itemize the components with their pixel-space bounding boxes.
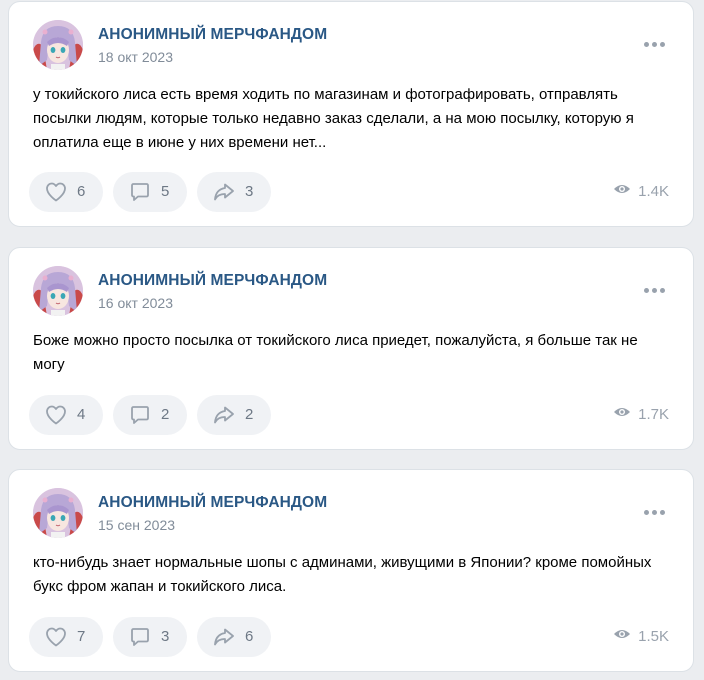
heart-icon [44,403,68,427]
comment-icon [128,403,152,427]
like-count: 4 [77,406,86,423]
views-counter: 1.4K [613,182,669,200]
post-date[interactable]: 15 сен 2023 [98,517,175,533]
like-button[interactable]: 4 [29,395,103,435]
heart-icon [44,180,68,204]
post-author[interactable]: АНОНИМНЫЙ МЕРЧФАНДОМ [98,494,327,512]
views-count: 1.7K [638,405,669,423]
eye-icon [613,405,631,423]
post-card: АНОНИМНЫЙ МЕРЧФАНДОМ 15 сен 2023 кто-ниб… [8,469,694,672]
like-button[interactable]: 7 [29,617,103,657]
comment-count: 3 [161,628,170,645]
heart-icon [44,625,68,649]
share-count: 3 [245,183,254,200]
post-text: у токийского лиса есть время ходить по м… [33,86,634,151]
like-count: 6 [77,183,86,200]
post-card: АНОНИМНЫЙ МЕРЧФАНДОМ 18 окт 2023 у токий… [8,1,694,227]
views-count: 1.5K [638,627,669,645]
comment-count: 2 [161,406,170,423]
comment-icon [128,180,152,204]
eye-icon [613,182,631,200]
post-author[interactable]: АНОНИМНЫЙ МЕРЧФАНДОМ [98,272,327,290]
comment-button[interactable]: 2 [113,395,187,435]
post-feed: АНОНИМНЫЙ МЕРЧФАНДОМ 18 окт 2023 у токий… [0,0,704,680]
post-date[interactable]: 16 окт 2023 [98,295,173,311]
views-counter: 1.7K [613,405,669,423]
more-dots-icon[interactable] [644,510,665,515]
share-count: 2 [245,406,254,423]
anime-avatar-icon[interactable] [33,266,83,316]
post-card: АНОНИМНЫЙ МЕРЧФАНДОМ 16 окт 2023 Боже мо… [8,247,694,450]
views-counter: 1.5K [613,627,669,645]
views-count: 1.4K [638,182,669,200]
comment-count: 5 [161,183,170,200]
post-date[interactable]: 18 окт 2023 [98,49,173,65]
more-dots-icon[interactable] [644,288,665,293]
more-dots-icon[interactable] [644,42,665,47]
comment-button[interactable]: 5 [113,172,187,212]
anime-avatar-icon[interactable] [33,488,83,538]
post-text: Боже можно просто посылка от токийского … [33,332,638,373]
eye-icon [613,627,631,645]
share-arrow-icon [212,403,236,427]
comment-icon [128,625,152,649]
post-text: кто-нибудь знает нормальные шопы с админ… [33,554,652,595]
anime-avatar-icon[interactable] [33,20,83,70]
share-arrow-icon [212,180,236,204]
comment-button[interactable]: 3 [113,617,187,657]
share-arrow-icon [212,625,236,649]
like-button[interactable]: 6 [29,172,103,212]
share-count: 6 [245,628,254,645]
share-button[interactable]: 6 [197,617,271,657]
share-button[interactable]: 2 [197,395,271,435]
share-button[interactable]: 3 [197,172,271,212]
like-count: 7 [77,628,86,645]
post-author[interactable]: АНОНИМНЫЙ МЕРЧФАНДОМ [98,26,327,44]
